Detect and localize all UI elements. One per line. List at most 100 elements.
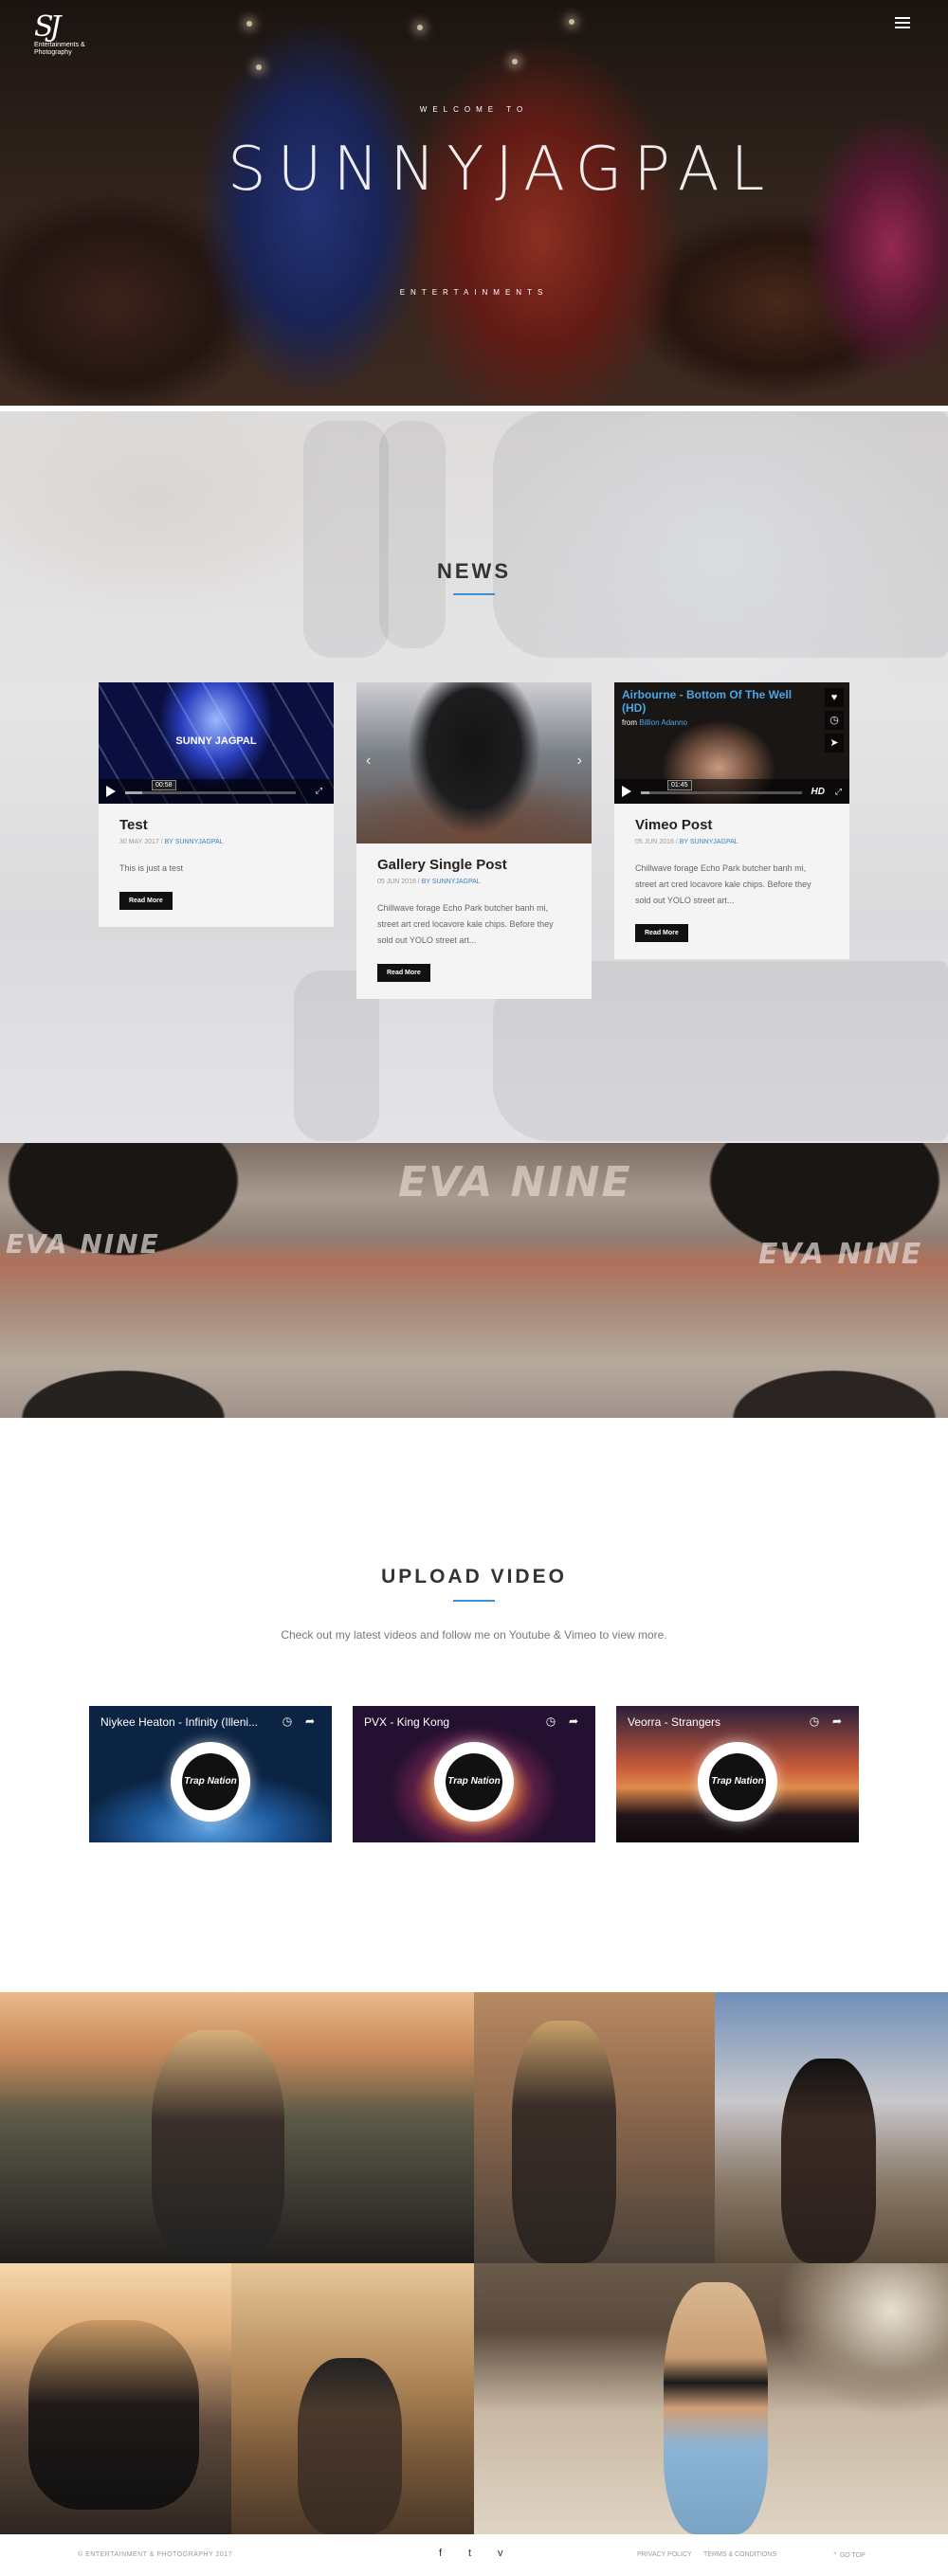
gallery-photo[interactable] — [0, 2263, 231, 2534]
photo-subject — [28, 2320, 199, 2510]
privacy-policy-link[interactable]: PRIVACY POLICY — [637, 2551, 692, 2558]
site-footer: © ENTERTAINMENT & PHOTOGRAPHY 2017 f t v… — [0, 2534, 948, 2576]
post-title[interactable]: Gallery Single Post — [377, 857, 571, 873]
slider-next-icon[interactable]: › — [577, 753, 582, 770]
graffiti-text: EVA NINE — [758, 1238, 923, 1271]
gallery-photo[interactable] — [0, 1992, 474, 2263]
share-icon[interactable]: ➤ — [825, 734, 844, 753]
gallery-photo[interactable] — [474, 2263, 948, 2534]
vimeo-icon[interactable]: v — [498, 2548, 503, 2559]
read-more-button[interactable]: Read More — [377, 964, 430, 982]
read-more-button[interactable]: Read More — [119, 892, 173, 910]
photo-subject — [781, 2059, 876, 2263]
logo-mark: SJ — [34, 10, 62, 44]
play-icon[interactable] — [106, 786, 116, 797]
post-excerpt: This is just a test — [119, 863, 184, 873]
video-title[interactable]: Veorra - Strangers — [628, 1715, 789, 1729]
news-card[interactable]: SUNNY JAGPAL 00:58 ⤢ Test 30 MAY 2017 / … — [99, 682, 334, 927]
gallery-photo[interactable] — [715, 1992, 948, 2263]
video-player[interactable]: SUNNY JAGPAL 00:58 ⤢ — [99, 682, 334, 804]
video-title[interactable]: Niykee Heaton - Infinity (Illeni... — [100, 1715, 262, 1729]
terms-conditions-link[interactable]: TERMS & CONDITIONS — [703, 2551, 776, 2558]
vimeo-side-actions: ♥ ◷ ➤ — [825, 688, 844, 753]
upload-video-heading: UPLOAD VIDEO — [381, 1566, 567, 1587]
tumblr-icon[interactable]: t — [468, 2548, 471, 2559]
go-top-label: GO TOP — [839, 2552, 866, 2559]
video-progress[interactable] — [125, 791, 296, 794]
video-time: 01:45 — [667, 780, 692, 790]
post-date: 05 JUN 2016 — [377, 879, 416, 885]
news-card[interactable]: ‹ › Gallery Single Post 05 JUN 2016 / BY… — [356, 682, 592, 999]
post-author[interactable]: BY SUNNYJAGPAL — [422, 879, 481, 885]
share-arrow-icon[interactable]: ➦ — [830, 1714, 844, 1728]
background-figure — [303, 421, 389, 658]
watch-later-clock-icon[interactable]: ◷ — [825, 711, 844, 730]
disc-label: Trap Nation — [446, 1753, 502, 1810]
watch-later-clock-icon[interactable]: ◷ — [808, 1714, 821, 1728]
fullscreen-icon[interactable]: ⤢ — [835, 787, 842, 797]
video-overlay-label: SUNNY JAGPAL — [175, 735, 257, 747]
youtube-video-thumbnail[interactable]: Trap Nation Niykee Heaton - Infinity (Il… — [89, 1706, 332, 1842]
fullscreen-icon[interactable]: ⤢ — [316, 786, 322, 796]
image-slider[interactable]: ‹ › — [356, 682, 592, 844]
vimeo-byline: from Billion Adanno — [622, 718, 687, 727]
chevron-up-icon: ⌃ — [832, 2552, 838, 2559]
watch-later-clock-icon[interactable]: ◷ — [281, 1714, 294, 1728]
heading-underline — [453, 1600, 495, 1602]
slider-prev-icon[interactable]: ‹ — [366, 753, 371, 770]
news-heading: NEWS — [437, 559, 511, 583]
news-section: NEWS SUNNY JAGPAL 00:58 ⤢ Test 30 MAY 20… — [0, 411, 948, 1143]
background-car — [493, 411, 948, 658]
graffiti-text: EVA NINE — [6, 1228, 160, 1260]
photo-subject — [152, 2030, 284, 2258]
vimeo-player[interactable]: Airbourne - Bottom Of The Well (HD) from… — [614, 682, 849, 804]
hero-subtitle: ENTERTAINMENTS — [399, 288, 549, 297]
share-arrow-icon[interactable]: ➦ — [567, 1714, 580, 1728]
vimeo-channel[interactable]: Billion Adanno — [639, 718, 687, 727]
disc-label: Trap Nation — [182, 1753, 239, 1810]
post-author[interactable]: BY SUNNYJAGPAL — [680, 839, 738, 845]
photo-subject — [298, 2358, 402, 2534]
background-figure — [379, 421, 446, 648]
parallax-brick-section: EVA NINE EVA NINE EVA NINE — [0, 1143, 948, 1418]
like-heart-icon[interactable]: ♥ — [825, 688, 844, 707]
video-progress[interactable] — [641, 791, 802, 794]
post-date: 30 MAY 2017 — [119, 839, 159, 845]
video-title[interactable]: PVX - King Kong — [364, 1715, 525, 1729]
post-author[interactable]: BY SUNNYJAGPAL — [165, 839, 224, 845]
play-icon[interactable] — [622, 786, 631, 797]
video-controls: 01:45 HD ⤢ — [614, 779, 849, 804]
news-card[interactable]: Airbourne - Bottom Of The Well (HD) from… — [614, 682, 849, 959]
hamburger-menu-icon[interactable] — [895, 17, 910, 28]
post-meta: 30 MAY 2017 / BY SUNNYJAGPAL — [119, 839, 224, 845]
copyright-text: © ENTERTAINMENT & PHOTOGRAPHY 2017 — [78, 2551, 233, 2558]
youtube-video-thumbnail[interactable]: Trap Nation PVX - King Kong ◷ ➦ — [353, 1706, 595, 1842]
post-excerpt: Chillwave forage Echo Park butcher banh … — [377, 903, 554, 945]
post-title[interactable]: Vimeo Post — [635, 817, 829, 833]
go-top-link[interactable]: ⌃ GO TOP — [832, 2551, 866, 2559]
watch-later-clock-icon[interactable]: ◷ — [544, 1714, 557, 1728]
gallery-photo[interactable] — [231, 2263, 474, 2534]
video-controls: 00:58 ⤢ — [99, 779, 334, 804]
hd-badge[interactable]: HD — [811, 787, 825, 797]
video-time: 00:58 — [152, 780, 176, 790]
logo-tagline: Entertainments & Photography — [34, 42, 85, 56]
hero-section: SJ Entertainments & Photography WELCOME … — [0, 0, 948, 406]
share-arrow-icon[interactable]: ➦ — [303, 1714, 317, 1728]
post-title[interactable]: Test — [119, 817, 313, 833]
hero-title: SUNNYJAGPAL — [228, 135, 776, 205]
video-disc-art: Trap Nation — [434, 1742, 514, 1822]
site-logo[interactable]: SJ Entertainments & Photography — [34, 13, 87, 66]
post-meta: 05 JUN 2016 / BY SUNNYJAGPAL — [635, 839, 738, 845]
vimeo-video-title[interactable]: Airbourne - Bottom Of The Well (HD) — [622, 688, 811, 715]
post-date: 05 JUN 2016 — [635, 839, 674, 845]
read-more-button[interactable]: Read More — [635, 924, 688, 942]
disc-label: Trap Nation — [709, 1753, 766, 1810]
hero-welcome: WELCOME TO — [419, 105, 529, 114]
gallery-photo[interactable] — [474, 1992, 715, 2263]
youtube-video-thumbnail[interactable]: Trap Nation Veorra - Strangers ◷ ➦ — [616, 1706, 859, 1842]
vimeo-from: from — [622, 718, 637, 727]
photo-subject — [664, 2282, 768, 2534]
facebook-icon[interactable]: f — [439, 2548, 442, 2559]
heading-underline — [453, 593, 495, 595]
